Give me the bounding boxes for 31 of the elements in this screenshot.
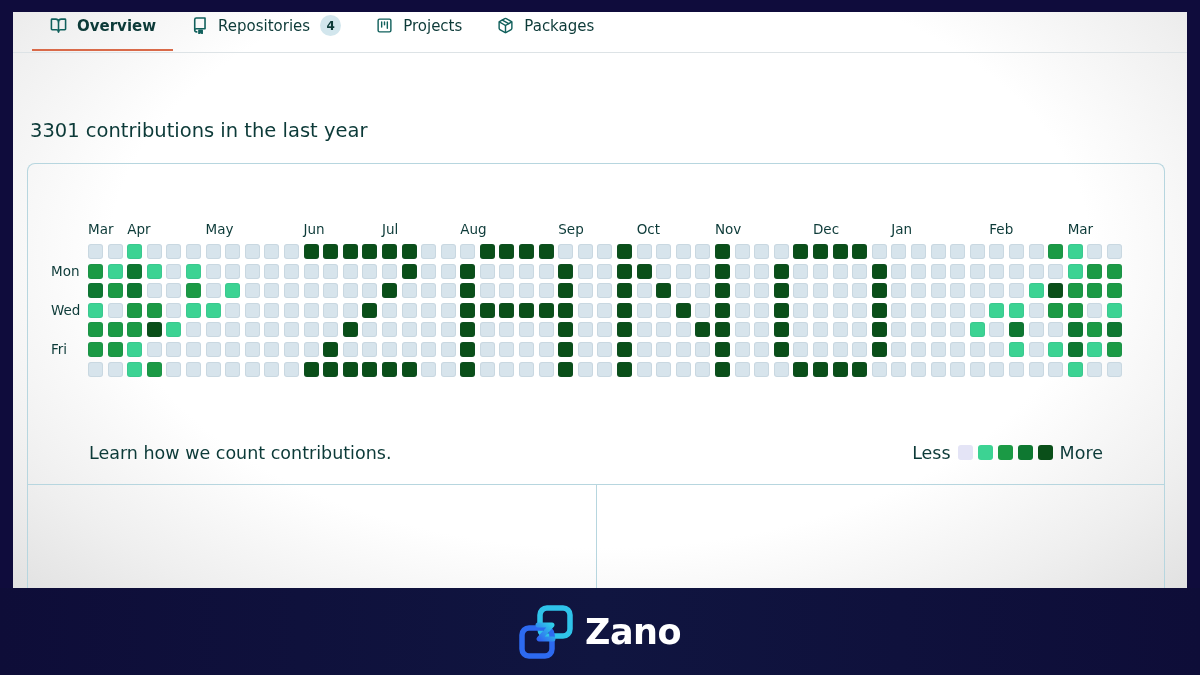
legend-less-label: Less (912, 441, 951, 464)
brand-name: Zano (585, 610, 681, 654)
month-label: Sep (558, 221, 584, 238)
legend-more-label: More (1059, 441, 1103, 464)
month-label: Mar (88, 221, 114, 238)
month-label: May (205, 221, 234, 238)
month-label: Dec (812, 221, 840, 238)
month-label: Mar (1067, 221, 1094, 238)
open-book-icon (50, 17, 67, 34)
book-icon (191, 17, 209, 34)
cube-icon (497, 17, 515, 34)
month-label: Jan (891, 221, 913, 238)
nav-tab[interactable]: Repositories 4 (173, 12, 359, 51)
month-label: Nov (715, 221, 742, 238)
weekday-label: Mon (51, 263, 80, 279)
logo-icon (519, 604, 573, 659)
kanban-board-icon (376, 17, 394, 34)
nav-tab[interactable]: Overview (32, 12, 174, 51)
month-label: Feb (989, 221, 1014, 238)
month-label: Oct (636, 221, 660, 238)
month-label: Apr (127, 221, 151, 238)
repository-count: 4 (320, 15, 342, 36)
contributions-heading: 3301 contributions in the last year (30, 119, 368, 143)
nav-tab[interactable]: Packages (479, 12, 612, 51)
weekday-label: Fri (51, 341, 68, 357)
month-label: Jul (381, 221, 399, 238)
nav-tab[interactable]: Projects (358, 12, 480, 51)
weekday-label: Wed (51, 302, 81, 318)
month-label: Aug (460, 221, 487, 238)
learn-link[interactable]: Learn how we count contributions. (89, 441, 392, 464)
month-label: Jun (303, 221, 325, 238)
